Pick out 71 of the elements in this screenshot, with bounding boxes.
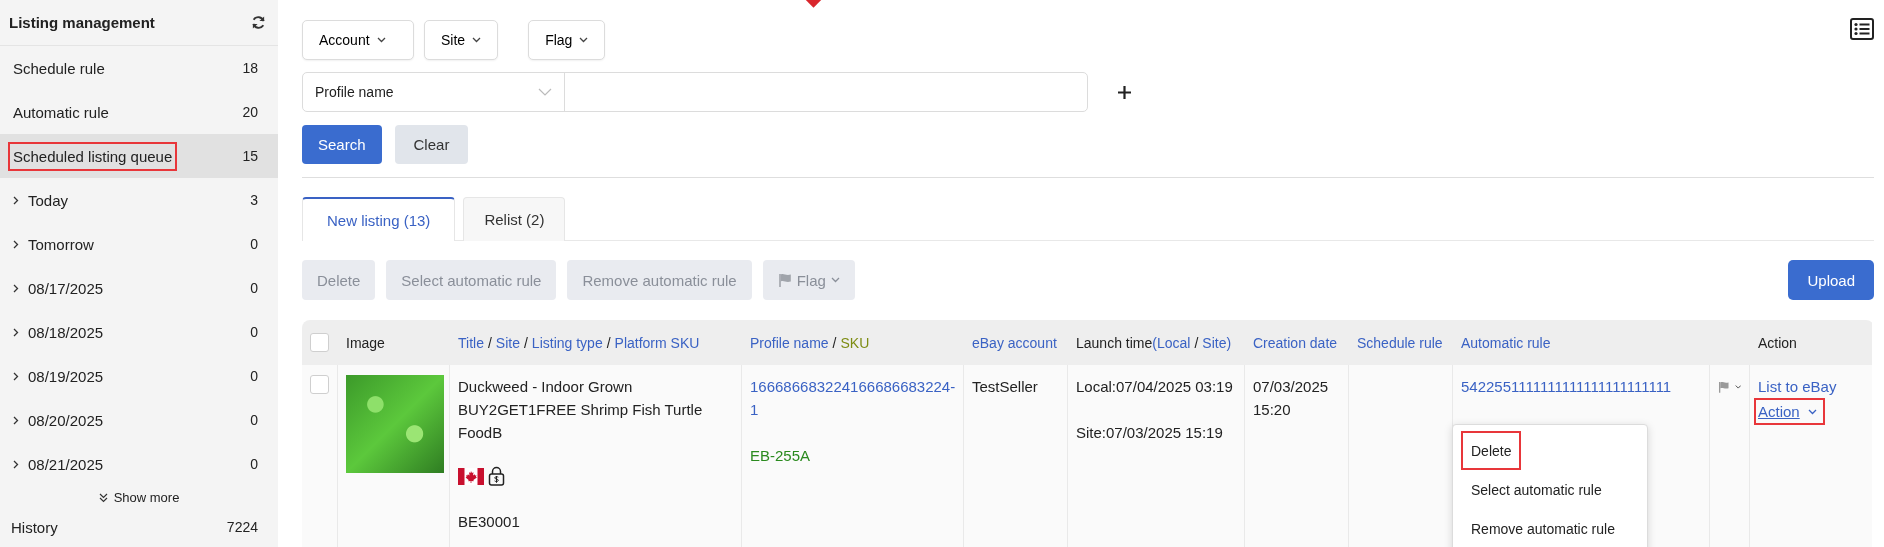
search-button[interactable]: Search [302, 125, 382, 164]
sku-text: EB-255A [750, 446, 812, 466]
double-chevron-icon [98, 492, 108, 503]
column-sort-link[interactable]: Creation date [1253, 334, 1338, 351]
column-header: Launch time [1076, 334, 1153, 351]
caret-icon [830, 277, 840, 283]
column-sort-link[interactable]: Profile name [750, 334, 829, 351]
tab[interactable]: New listing (13) [302, 197, 456, 241]
caret-icon [376, 37, 386, 43]
column-sort-link[interactable]: (Local [1152, 334, 1191, 351]
sidebar-item[interactable]: Scheduled listing queue 15 [0, 134, 278, 178]
menu-item[interactable]: Select automatic rule [1461, 470, 1612, 509]
caret-icon [1807, 408, 1817, 415]
sidebar-item[interactable]: 08/21/2025 0 [0, 442, 278, 486]
profile-id-link[interactable]: 166686683224166686683224-1 [750, 375, 955, 421]
launch-time: Site:07/03/2025 15:19 [1076, 423, 1224, 443]
column-sort-link[interactable]: Automatic rule [1461, 334, 1551, 351]
column-header: SKU [840, 334, 870, 351]
column-sort-link[interactable]: Listing type [531, 334, 603, 351]
filter-dropdown[interactable]: Site [424, 20, 499, 60]
refresh-icon[interactable] [251, 15, 266, 30]
show-more-link[interactable]: Show more [98, 490, 180, 505]
column-sort-link[interactable]: Title [458, 334, 484, 351]
sidebar-item[interactable]: History 7224 [0, 511, 278, 543]
menu-item[interactable]: Remove automatic rule [1461, 509, 1625, 547]
flag-icon [777, 273, 792, 287]
sidebar-item[interactable]: 08/20/2025 0 [0, 398, 278, 442]
account-name: TestSeller [972, 377, 1039, 397]
sidebar-item[interactable]: Tomorrow 0 [0, 222, 278, 266]
column-header: / [487, 334, 492, 351]
list-to-ebay-link[interactable]: List to eBay [1758, 375, 1837, 398]
column-header: / [1194, 334, 1199, 351]
caret-icon [579, 37, 589, 43]
sidebar-item[interactable]: 08/19/2025 0 [0, 354, 278, 398]
maple-leaf-flag-icon [458, 467, 484, 485]
column-sort-link[interactable]: Schedule rule [1357, 334, 1443, 351]
column-sort-link[interactable]: Platform SKU [614, 334, 700, 351]
creation-date: 07/03/2025 15:20 [1253, 377, 1330, 420]
row-checkbox[interactable] [310, 375, 329, 394]
filter-dropdown[interactable]: Flag [528, 20, 606, 60]
upload-button[interactable]: Upload [1788, 260, 1874, 300]
rule-id-link[interactable]: 5422551111111111111111111111 [1461, 375, 1701, 398]
menu-item[interactable]: Delete [1461, 431, 1522, 470]
column-header: Action [1758, 334, 1797, 351]
column-header: / [832, 334, 837, 351]
sidebar-item[interactable]: 08/17/2025 0 [0, 266, 278, 310]
sidebar-item[interactable]: 08/18/2025 0 [0, 310, 278, 354]
sidebar-item[interactable]: Schedule rule 18 [0, 46, 278, 90]
caret-icon [472, 37, 482, 43]
tab[interactable]: Relist (2) [463, 197, 566, 241]
sidebar-item[interactable]: Today 3 [0, 178, 278, 222]
action-dropdown-link[interactable]: Action [1758, 400, 1817, 423]
listing-title: Duckweed - Indoor Grown BUY2GET1FREE Shrimp Fish Turtle FoodB [458, 377, 704, 443]
column-sort-link[interactable]: Site) [1202, 334, 1232, 351]
lock-dollar-icon [488, 466, 505, 486]
flag-icon [1718, 379, 1730, 395]
platform-sku: BE30001 [458, 512, 521, 532]
caret-icon [1734, 384, 1741, 390]
select-all-checkbox[interactable] [310, 333, 329, 352]
column-header: / [606, 334, 611, 351]
column-sort-link[interactable]: Site [495, 334, 520, 351]
clear-button[interactable]: Clear [394, 125, 469, 164]
panel-title: Listing management [9, 14, 155, 31]
column-sort-link[interactable]: eBay account [972, 334, 1057, 351]
sidebar-item[interactable]: Automatic rule 20 [0, 90, 278, 134]
launch-time: Local:07/04/2025 03:19 [1076, 377, 1234, 397]
plus-icon[interactable] [1118, 85, 1131, 99]
filter-dropdown[interactable]: Account [302, 20, 414, 60]
column-header: Image [346, 334, 385, 351]
list-view-icon[interactable] [1850, 18, 1874, 40]
column-header: / [523, 334, 528, 351]
